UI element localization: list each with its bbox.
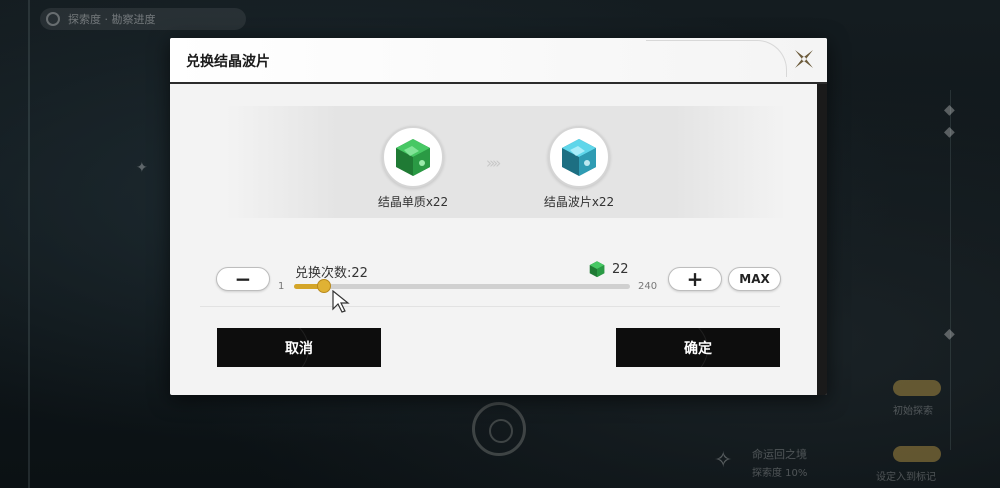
source-item-frame bbox=[382, 126, 444, 188]
exchange-arrow-icon: »» bbox=[486, 154, 501, 172]
exchange-count-label: 兑换次数:22 bbox=[295, 266, 368, 281]
region-emblem-icon: ✧ bbox=[714, 448, 733, 473]
quantity-slider[interactable] bbox=[294, 279, 630, 293]
background-border-line bbox=[28, 0, 30, 488]
dialog-edge-curve bbox=[803, 84, 817, 395]
dialog-header: 兑换结晶波片 bbox=[170, 38, 827, 84]
background-pill-2 bbox=[893, 446, 941, 462]
max-button[interactable]: MAX bbox=[728, 267, 781, 291]
exchange-dialog: 兑换结晶波片 结晶单质x22 »» 结晶波片x22 − 兑换次数:22 22 1… bbox=[170, 38, 827, 395]
source-item: 结晶单质x22 bbox=[358, 126, 468, 210]
source-item-label: 结晶单质x22 bbox=[377, 195, 449, 209]
green-crystal-cube-icon bbox=[396, 139, 430, 176]
target-item-frame bbox=[548, 126, 610, 188]
green-crystal-cube-icon bbox=[589, 261, 605, 278]
header-decoration bbox=[646, 40, 787, 77]
dialog-title: 兑换结晶波片 bbox=[186, 54, 270, 70]
mouse-cursor-icon bbox=[332, 290, 350, 313]
map-compass-icon bbox=[472, 402, 526, 456]
slider-max-label: 240 bbox=[638, 281, 658, 292]
decrease-button[interactable]: − bbox=[216, 267, 270, 291]
dialog-edge-bar bbox=[817, 84, 827, 395]
cyan-crystal-cube-icon bbox=[562, 139, 596, 176]
slider-thumb[interactable] bbox=[317, 279, 331, 293]
cost-display: 22 bbox=[588, 260, 629, 278]
background-label-2: 设定入到标记 bbox=[876, 472, 936, 483]
cost-value: 22 bbox=[612, 261, 629, 277]
slider-min-label: 1 bbox=[278, 281, 285, 292]
max-button-label: MAX bbox=[739, 272, 770, 286]
exchange-preview-band bbox=[226, 106, 786, 218]
target-item: 结晶波片x22 bbox=[524, 126, 634, 210]
close-button[interactable] bbox=[789, 44, 819, 74]
cancel-button[interactable]: 取消 bbox=[217, 328, 381, 367]
background-region-title: 命运回之境 bbox=[752, 448, 807, 461]
background-scale-line bbox=[950, 90, 951, 450]
map-diamond-icon: ◆ bbox=[944, 326, 955, 342]
confirm-button[interactable]: 确定 bbox=[616, 328, 780, 367]
background-region-sub: 探索度 10% bbox=[752, 468, 808, 479]
map-diamond-icon: ◆ bbox=[944, 124, 955, 140]
confirm-button-label: 确定 bbox=[684, 340, 712, 357]
map-star-icon: ✦ bbox=[136, 160, 148, 176]
background-location-bar: 探索度 · 勘察进度 bbox=[40, 8, 246, 30]
background-label-1: 初始探索 bbox=[893, 406, 933, 417]
cancel-button-label: 取消 bbox=[285, 340, 313, 357]
controls-divider bbox=[200, 306, 780, 307]
target-item-label: 结晶波片x22 bbox=[543, 195, 615, 209]
background-pill-1 bbox=[893, 380, 941, 396]
minus-icon: − bbox=[234, 267, 252, 291]
map-diamond-icon: ◆ bbox=[944, 102, 955, 118]
background-topbar-text: 探索度 · 勘察进度 bbox=[68, 13, 156, 26]
increase-button[interactable]: + bbox=[668, 267, 722, 291]
close-icon bbox=[795, 50, 813, 68]
location-icon bbox=[46, 12, 60, 26]
plus-icon: + bbox=[686, 267, 704, 291]
